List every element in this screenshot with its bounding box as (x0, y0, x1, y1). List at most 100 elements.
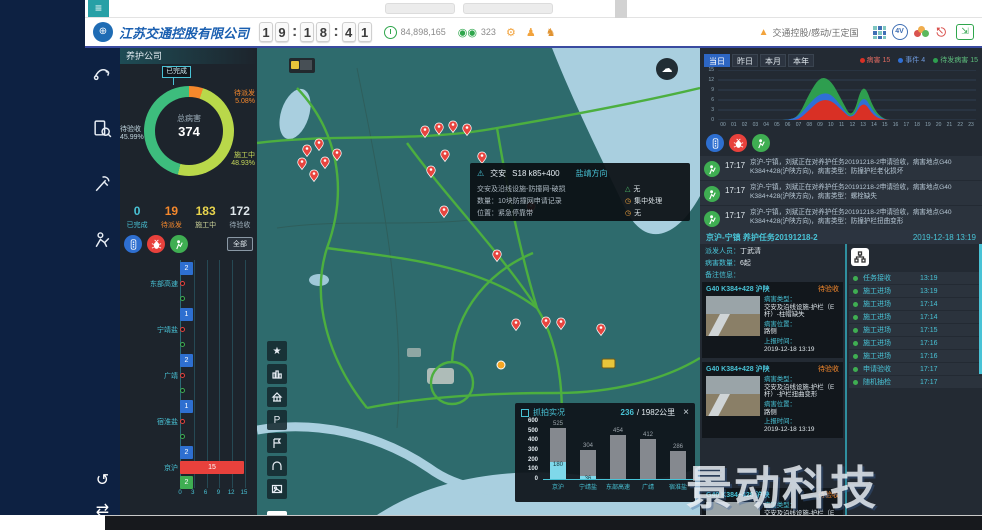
bar-待派发[interactable]: 2 (180, 262, 193, 275)
parking-button[interactable]: P (267, 410, 287, 430)
donut-center-value: 374 (155, 124, 223, 139)
snapshot-bar[interactable] (670, 451, 686, 479)
top-hamburger-button[interactable]: ≡ (88, 0, 109, 17)
bar-group: 京沪2 15 2 (120, 446, 250, 491)
snapshot-image-button[interactable] (267, 479, 287, 499)
worker-filter-button[interactable] (752, 134, 770, 152)
disease-card[interactable]: G40 K384+428 沪陕待验收病害类型：交安及沿线设施-护栏（E杆）-护栏… (702, 362, 843, 438)
tooltip-category: 交安 (490, 168, 506, 179)
bar-待派发[interactable]: 2 (180, 354, 193, 367)
timeline-row[interactable]: 施工进场17:16 (849, 337, 982, 349)
timeline-label: 任务接收 (863, 273, 915, 283)
grid-apps-icon[interactable] (873, 26, 886, 39)
y-tick: 500 (528, 428, 538, 434)
hour-tick: 11 (839, 122, 844, 128)
timeline-dot (853, 354, 858, 359)
timeline-row[interactable]: 施工进场17:15 (849, 324, 982, 336)
timeline-row[interactable]: 申请验收17:17 (849, 363, 982, 375)
snapshot-popup-title: 抓拍实况 (533, 407, 565, 418)
rail-icon-route[interactable] (92, 62, 113, 83)
timeline-row[interactable]: 任务接收13:19 (849, 272, 982, 284)
palette-icon[interactable] (914, 26, 929, 39)
timeline-label: 施工进场 (863, 299, 915, 309)
bar-category-label: 广靖 (164, 371, 178, 381)
timeline-row[interactable]: 施工进场17:16 (849, 350, 982, 362)
odometer-stat: 84,898,165 (384, 26, 446, 39)
resize-icon[interactable]: ⇲ (956, 24, 974, 40)
event-row[interactable]: 17:17京沪-宁镇，刘斌正在对养护任务20191218-2申请验收，病害地点G… (700, 206, 982, 230)
tab-month[interactable]: 本月 (760, 54, 786, 67)
event-row[interactable]: 17:17京沪-宁镇，刘斌正在对养护任务20191218-2申请验收，病害地点G… (700, 181, 982, 205)
donut-label-accept: 待验收45.99% (120, 126, 144, 142)
timeline-label: 申请验收 (863, 364, 915, 374)
snapshot-close-icon[interactable]: × (683, 407, 689, 418)
landmark-button[interactable] (267, 387, 287, 407)
map-canvas[interactable]: ☁ ★ P ≡ ⚠ 交安 S18 k85+400 盐靖方向 交安及沿线设施-防撞… (257, 48, 700, 515)
disease-card[interactable]: G40 K384+428 沪陕待验收病害类型：交安及沿线设施-护栏（E杆）-柱帽… (702, 488, 843, 515)
strip-scrollbar[interactable] (615, 0, 627, 18)
person-icon[interactable]: ♟ (526, 26, 536, 39)
snapshot-bar-category: 宿淮盐 (663, 482, 693, 491)
card-body: 病害类型：交安及沿线设施-护栏（E杆）-柱帽缺失病害位置：路侧上报时间：2019… (702, 502, 843, 515)
snapshot-bar[interactable] (610, 435, 626, 479)
worker-filter-button[interactable] (170, 235, 188, 253)
snapshot-bar-category: 东部高速 (603, 482, 633, 491)
signal-filter-button[interactable] (124, 235, 142, 253)
clock-colon: : (333, 23, 338, 41)
right-filter-buttons (702, 134, 774, 152)
disease-photo[interactable] (706, 296, 760, 336)
weather-cloud-button[interactable]: ☁ (656, 58, 678, 80)
timeline-row[interactable]: 施工进场13:19 (849, 285, 982, 297)
disease-card[interactable]: G40 K384+428 沪陕待验收病害类型：交安及沿线设施-护栏（E杆）-柱帽… (702, 282, 843, 358)
rider-icon[interactable]: ♞ (546, 26, 556, 39)
task-header-bar[interactable]: 京沪-宁镇 养护任务20191218-2 2019-12-18 13:19 (700, 230, 982, 244)
bar-施工[interactable]: 2 (180, 476, 193, 489)
bar-待派发[interactable]: 1 (180, 308, 193, 321)
zero-dot (180, 373, 185, 378)
timeline-row[interactable]: 施工进场17:14 (849, 298, 982, 310)
strip-chip (385, 3, 455, 14)
disease-photo[interactable] (706, 502, 760, 515)
truck-snapshot-thumbnail[interactable] (289, 58, 315, 73)
disease-photo[interactable] (706, 376, 760, 416)
service-area-button[interactable] (267, 364, 287, 384)
disease-filter-button[interactable] (147, 235, 165, 253)
bar-待派发[interactable]: 1 (180, 400, 193, 413)
rail-icon-repair-tools[interactable] (92, 174, 113, 195)
timeline-row[interactable]: 施工进场17:14 (849, 311, 982, 323)
event-row[interactable]: 17:17京沪-宁镇，刘斌正在对养护任务20191218-2申请验收，病害地点G… (700, 156, 982, 180)
bar-待派发[interactable]: 2 (180, 446, 193, 459)
bar-category-label: 京沪 (164, 463, 178, 473)
hour-tick: 05 (774, 122, 780, 128)
filter-all-button[interactable]: 全部 (227, 237, 253, 251)
signal-filter-button[interactable] (706, 134, 724, 152)
gear-icon[interactable]: ⚙ (506, 26, 516, 39)
x-tick: 3 (191, 490, 194, 496)
snapshot-bar[interactable]: 180 (550, 428, 566, 479)
favorites-star-button[interactable]: ★ (267, 341, 287, 361)
event-time: 17:17 (725, 161, 745, 170)
bar-group: 宿淮盐1 (120, 400, 250, 445)
disease-filter-button[interactable] (729, 134, 747, 152)
tab-yesterday[interactable]: 昨日 (732, 54, 758, 67)
rail-icon-inspection-search[interactable] (92, 118, 113, 139)
undo-icon[interactable]: ↺ (92, 470, 113, 491)
snapshot-popup-icon (521, 409, 529, 417)
flag-button[interactable] (267, 433, 287, 453)
org-tree-button[interactable] (851, 248, 869, 266)
user-breadcrumb[interactable]: 交通控股/感动/王定国 (772, 26, 858, 39)
logout-icon[interactable]: ⎋ (937, 25, 947, 40)
event-text: 京沪-宁镇，刘斌正在对养护任务20191218-2申请验收，病害地点G40 K3… (750, 209, 978, 226)
snapshot-bar[interactable] (640, 439, 656, 479)
snapshot-bar[interactable]: 36 (580, 450, 596, 479)
tab-today[interactable]: 当日 (704, 54, 730, 67)
rail-icon-worker[interactable] (92, 230, 113, 251)
flip-clock: 1 9 : 1 8 : 4 1 (259, 22, 372, 42)
timeline-row[interactable]: 随机抽检17:17 (849, 376, 982, 388)
tab-year[interactable]: 本年 (788, 54, 814, 67)
map-tooltip: ⚠ 交安 S18 k85+400 盐靖方向 交安及沿线设施-防撞网-破损无 数量… (470, 163, 690, 221)
bar-病害[interactable]: 15 (180, 461, 244, 474)
card-field-label: 病害类型： (764, 376, 839, 384)
tunnel-button[interactable] (267, 456, 287, 476)
av-badge-icon[interactable]: 4V (892, 24, 908, 40)
